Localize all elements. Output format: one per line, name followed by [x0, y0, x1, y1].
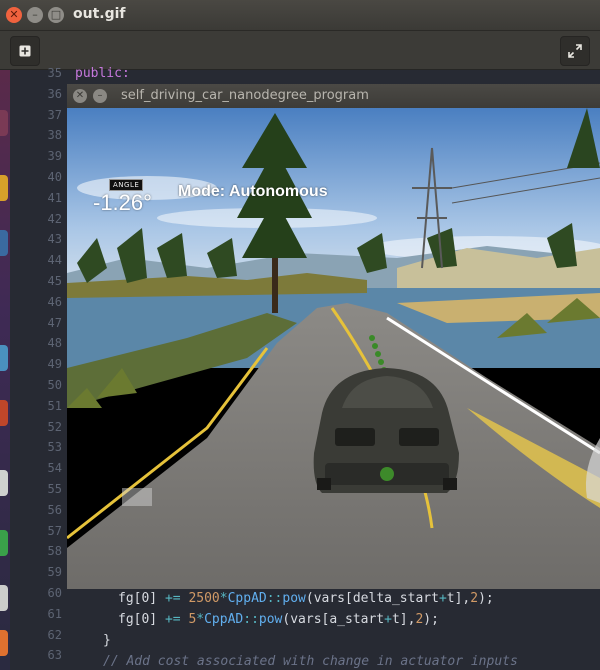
- simulator-close-button[interactable]: ✕: [73, 89, 87, 103]
- launcher-item[interactable]: [0, 530, 8, 556]
- code-line-61: fg[0] += 5*CppAD::pow(vars[a_start+t],2)…: [118, 612, 439, 627]
- line-number: 57: [47, 523, 62, 538]
- line-gutter: 35 36 37 38 39 40 41 42 43 44 45 46 47 48 49 50 51 52 53 54…: [18, 66, 68, 670]
- code-token: +: [384, 612, 392, 627]
- code-token: 5: [180, 612, 197, 627]
- new-button[interactable]: [10, 36, 40, 66]
- code-token: pow: [258, 612, 283, 627]
- launcher-item[interactable]: [0, 470, 8, 496]
- line-number: 48: [47, 336, 62, 351]
- simulator-minimize-button[interactable]: –: [93, 89, 107, 103]
- line-number: 60: [47, 586, 62, 600]
- code-token: 2: [470, 591, 479, 606]
- code-token: +=: [164, 612, 181, 627]
- code-token: *: [219, 591, 228, 606]
- code-line-36: public:: [75, 66, 130, 81]
- code-token: pow: [282, 591, 306, 606]
- line-number: 41: [47, 190, 62, 205]
- line-number: 38: [47, 128, 62, 143]
- code-line-60: fg[0] += 2500*CppAD::pow(vars[delta_star…: [118, 591, 494, 606]
- code-token: );: [423, 612, 439, 627]
- simulator-title: self_driving_car_nanodegree_program: [121, 88, 369, 103]
- close-window-button[interactable]: ✕: [6, 7, 22, 23]
- driving-scene: [67, 108, 600, 589]
- line-number: 44: [47, 253, 62, 268]
- launcher-item[interactable]: [0, 110, 8, 136]
- line-number: 36: [47, 86, 62, 101]
- launcher-item[interactable]: [0, 630, 8, 656]
- code-token: (vars[a_start: [282, 612, 385, 627]
- line-number: 59: [47, 565, 62, 580]
- line-number: 47: [47, 315, 62, 330]
- launcher-item[interactable]: [0, 400, 8, 426]
- keyword-public: public:: [75, 66, 130, 81]
- line-number: 54: [47, 461, 62, 476]
- line-number: 35: [47, 66, 62, 80]
- line-number: 52: [47, 419, 62, 434]
- code-token: 2500: [180, 591, 220, 606]
- driving-mode-text: Mode: Autonomous: [178, 183, 328, 200]
- simulator-window[interactable]: ✕ – self_driving_car_nanodegree_program: [67, 84, 600, 589]
- launcher-item[interactable]: [0, 345, 8, 371]
- line-number: 39: [47, 149, 62, 164]
- viewer-toolbar: [0, 31, 600, 70]
- code-token: +=: [164, 591, 181, 606]
- fullscreen-button[interactable]: [560, 36, 590, 66]
- line-number: 40: [47, 170, 62, 184]
- launcher-item[interactable]: [0, 175, 8, 201]
- code-line-63: // Add cost associated with change in ac…: [103, 654, 518, 669]
- code-line-62: }: [103, 633, 111, 648]
- launcher-strip: [0, 70, 10, 670]
- window-title: out.gif: [73, 6, 126, 22]
- expand-icon: [568, 44, 582, 58]
- code-token: );: [478, 591, 494, 606]
- code-token: t],: [446, 591, 471, 606]
- code-token: t],: [391, 612, 416, 627]
- code-token: *: [196, 612, 205, 627]
- line-number: 46: [47, 294, 62, 309]
- line-number: 50: [47, 378, 62, 392]
- line-number: 61: [47, 606, 62, 621]
- simulator-titlebar: ✕ – self_driving_car_nanodegree_program: [67, 84, 600, 108]
- maximize-window-button[interactable]: □: [48, 7, 64, 23]
- ghost-marker: [122, 488, 152, 506]
- plus-box-icon: [19, 45, 31, 57]
- code-token: +: [438, 591, 447, 606]
- code-token: CppAD: [227, 591, 267, 606]
- code-token: ::: [243, 612, 259, 627]
- line-number: 53: [47, 440, 62, 455]
- steering-angle-value: -1.26°: [93, 190, 152, 215]
- simulator-viewport[interactable]: ANGLE -1.26° Mode: Autonomous: [67, 108, 600, 589]
- window-titlebar: ✕ – □ out.gif: [0, 0, 600, 31]
- code-token: CppAD: [204, 612, 244, 627]
- line-number: 49: [47, 357, 62, 372]
- line-number: 55: [47, 482, 62, 496]
- code-token: ::: [266, 591, 283, 606]
- line-number: 51: [47, 398, 62, 413]
- line-number: 58: [47, 544, 62, 559]
- line-number: 42: [47, 211, 62, 226]
- line-number: 63: [47, 648, 62, 663]
- launcher-item[interactable]: [0, 230, 8, 256]
- line-number: 43: [47, 232, 62, 247]
- line-number: 62: [47, 627, 62, 642]
- code-token: fg[0]: [118, 612, 165, 627]
- code-token: (vars[delta_start: [305, 591, 439, 606]
- line-number: 37: [47, 107, 62, 122]
- line-number: 45: [47, 274, 62, 288]
- code-token: fg[0]: [118, 591, 165, 606]
- launcher-item[interactable]: [0, 585, 8, 611]
- line-number: 56: [47, 502, 62, 517]
- minimize-window-button[interactable]: –: [27, 7, 43, 23]
